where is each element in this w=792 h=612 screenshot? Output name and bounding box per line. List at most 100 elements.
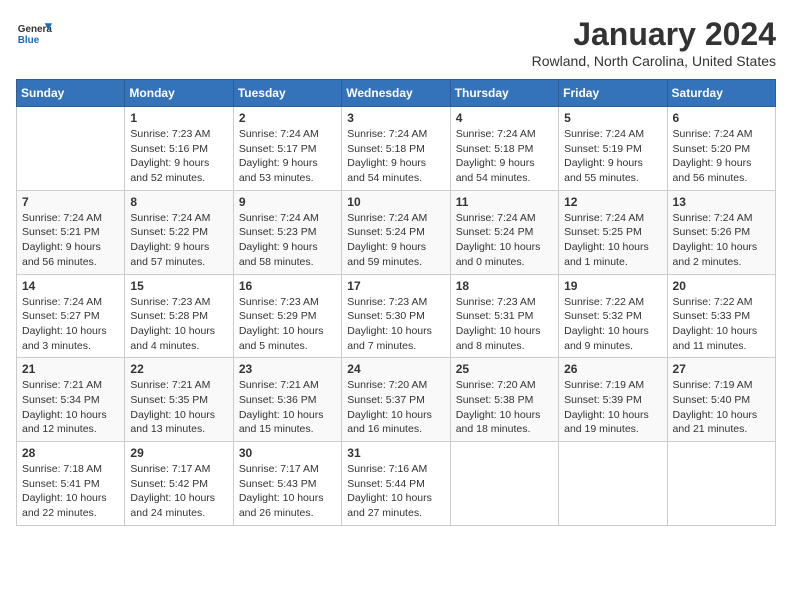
- calendar-cell: 15 Sunrise: 7:23 AM Sunset: 5:28 PM Dayli…: [125, 274, 233, 358]
- calendar-cell: 11Sunrise: 7:24 AM Sunset: 5:24 PM Dayli…: [450, 190, 558, 274]
- day-number: 28: [22, 446, 119, 460]
- calendar-cell: 23 Sunrise: 7:21 AM Sunset: 5:36 PM Dayli…: [233, 358, 341, 442]
- page-subtitle: Rowland, North Carolina, United States: [532, 53, 776, 69]
- calendar-week-1: 1Sunrise: 7:23 AM Sunset: 5:16 PM Daylig…: [17, 107, 776, 191]
- calendar-cell: 30Sunrise: 7:17 AM Sunset: 5:43 PM Dayli…: [233, 442, 341, 526]
- day-info: Sunrise: 7:20 AM Sunset: 5:38 PM Dayligh…: [456, 378, 553, 437]
- day-info: Sunrise: 7:22 AM Sunset: 5:32 PM Dayligh…: [564, 295, 661, 354]
- col-thursday: Thursday: [450, 80, 558, 107]
- calendar-cell: [450, 442, 558, 526]
- day-number: 27: [673, 362, 770, 376]
- day-info: Sunrise: 7:20 AM Sunset: 5:37 PM Dayligh…: [347, 378, 444, 437]
- day-number: 8: [130, 195, 227, 209]
- day-number: 21: [22, 362, 119, 376]
- col-monday: Monday: [125, 80, 233, 107]
- calendar-cell: 21Sunrise: 7:21 AM Sunset: 5:34 PM Dayli…: [17, 358, 125, 442]
- day-number: 9: [239, 195, 336, 209]
- day-info: Sunrise: 7:21 AM Sunset: 5:36 PM Dayligh…: [239, 378, 336, 437]
- calendar-cell: 6 Sunrise: 7:24 AM Sunset: 5:20 PM Daylig…: [667, 107, 775, 191]
- calendar-cell: 7 Sunrise: 7:24 AM Sunset: 5:21 PM Daylig…: [17, 190, 125, 274]
- day-number: 23: [239, 362, 336, 376]
- calendar-cell: 1Sunrise: 7:23 AM Sunset: 5:16 PM Daylig…: [125, 107, 233, 191]
- col-saturday: Saturday: [667, 80, 775, 107]
- day-info: Sunrise: 7:24 AM Sunset: 5:17 PM Dayligh…: [239, 127, 336, 186]
- calendar-cell: 17 Sunrise: 7:23 AM Sunset: 5:30 PM Dayli…: [342, 274, 450, 358]
- calendar-cell: 2 Sunrise: 7:24 AM Sunset: 5:17 PM Daylig…: [233, 107, 341, 191]
- calendar-cell: 13Sunrise: 7:24 AM Sunset: 5:26 PM Dayli…: [667, 190, 775, 274]
- day-info: Sunrise: 7:24 AM Sunset: 5:18 PM Dayligh…: [456, 127, 553, 186]
- day-number: 4: [456, 111, 553, 125]
- page-header: General Blue January 2024 Rowland, North…: [16, 16, 776, 69]
- day-info: Sunrise: 7:17 AM Sunset: 5:43 PM Dayligh…: [239, 462, 336, 521]
- day-info: Sunrise: 7:16 AM Sunset: 5:44 PM Dayligh…: [347, 462, 444, 521]
- calendar-cell: 24 Sunrise: 7:20 AM Sunset: 5:37 PM Dayli…: [342, 358, 450, 442]
- day-info: Sunrise: 7:24 AM Sunset: 5:20 PM Dayligh…: [673, 127, 770, 186]
- day-number: 29: [130, 446, 227, 460]
- calendar-cell: 10Sunrise: 7:24 AM Sunset: 5:24 PM Dayli…: [342, 190, 450, 274]
- calendar-cell: 27 Sunrise: 7:19 AM Sunset: 5:40 PM Dayli…: [667, 358, 775, 442]
- day-number: 26: [564, 362, 661, 376]
- calendar-cell: 8Sunrise: 7:24 AM Sunset: 5:22 PM Daylig…: [125, 190, 233, 274]
- calendar-cell: 14 Sunrise: 7:24 AM Sunset: 5:27 PM Dayli…: [17, 274, 125, 358]
- day-info: Sunrise: 7:21 AM Sunset: 5:35 PM Dayligh…: [130, 378, 227, 437]
- day-info: Sunrise: 7:17 AM Sunset: 5:42 PM Dayligh…: [130, 462, 227, 521]
- calendar-cell: 31 Sunrise: 7:16 AM Sunset: 5:44 PM Dayli…: [342, 442, 450, 526]
- day-number: 12: [564, 195, 661, 209]
- day-number: 5: [564, 111, 661, 125]
- page-title: January 2024: [532, 16, 776, 53]
- calendar-week-2: 7 Sunrise: 7:24 AM Sunset: 5:21 PM Daylig…: [17, 190, 776, 274]
- calendar-cell: 25Sunrise: 7:20 AM Sunset: 5:38 PM Dayli…: [450, 358, 558, 442]
- day-number: 16: [239, 279, 336, 293]
- day-info: Sunrise: 7:19 AM Sunset: 5:39 PM Dayligh…: [564, 378, 661, 437]
- day-info: Sunrise: 7:23 AM Sunset: 5:31 PM Dayligh…: [456, 295, 553, 354]
- calendar-table: Sunday Monday Tuesday Wednesday Thursday…: [16, 79, 776, 526]
- day-info: Sunrise: 7:24 AM Sunset: 5:23 PM Dayligh…: [239, 211, 336, 270]
- day-info: Sunrise: 7:24 AM Sunset: 5:26 PM Dayligh…: [673, 211, 770, 270]
- day-info: Sunrise: 7:23 AM Sunset: 5:28 PM Dayligh…: [130, 295, 227, 354]
- day-info: Sunrise: 7:23 AM Sunset: 5:29 PM Dayligh…: [239, 295, 336, 354]
- day-number: 15: [130, 279, 227, 293]
- day-info: Sunrise: 7:18 AM Sunset: 5:41 PM Dayligh…: [22, 462, 119, 521]
- day-number: 24: [347, 362, 444, 376]
- col-friday: Friday: [559, 80, 667, 107]
- calendar-cell: 22Sunrise: 7:21 AM Sunset: 5:35 PM Dayli…: [125, 358, 233, 442]
- calendar-cell: 19Sunrise: 7:22 AM Sunset: 5:32 PM Dayli…: [559, 274, 667, 358]
- day-info: Sunrise: 7:24 AM Sunset: 5:25 PM Dayligh…: [564, 211, 661, 270]
- calendar-cell: 18 Sunrise: 7:23 AM Sunset: 5:31 PM Dayli…: [450, 274, 558, 358]
- day-number: 14: [22, 279, 119, 293]
- calendar-header-row: Sunday Monday Tuesday Wednesday Thursday…: [17, 80, 776, 107]
- day-info: Sunrise: 7:22 AM Sunset: 5:33 PM Dayligh…: [673, 295, 770, 354]
- day-info: Sunrise: 7:24 AM Sunset: 5:27 PM Dayligh…: [22, 295, 119, 354]
- day-number: 11: [456, 195, 553, 209]
- day-info: Sunrise: 7:23 AM Sunset: 5:16 PM Dayligh…: [130, 127, 227, 186]
- calendar-week-5: 28 Sunrise: 7:18 AM Sunset: 5:41 PM Dayli…: [17, 442, 776, 526]
- col-wednesday: Wednesday: [342, 80, 450, 107]
- col-tuesday: Tuesday: [233, 80, 341, 107]
- calendar-cell: 16 Sunrise: 7:23 AM Sunset: 5:29 PM Dayli…: [233, 274, 341, 358]
- calendar-week-3: 14 Sunrise: 7:24 AM Sunset: 5:27 PM Dayli…: [17, 274, 776, 358]
- calendar-cell: 28 Sunrise: 7:18 AM Sunset: 5:41 PM Dayli…: [17, 442, 125, 526]
- day-number: 6: [673, 111, 770, 125]
- day-info: Sunrise: 7:23 AM Sunset: 5:30 PM Dayligh…: [347, 295, 444, 354]
- day-number: 2: [239, 111, 336, 125]
- day-number: 10: [347, 195, 444, 209]
- calendar-cell: 5Sunrise: 7:24 AM Sunset: 5:19 PM Daylig…: [559, 107, 667, 191]
- calendar-cell: [17, 107, 125, 191]
- calendar-cell: 12 Sunrise: 7:24 AM Sunset: 5:25 PM Dayli…: [559, 190, 667, 274]
- logo: General Blue: [16, 16, 52, 52]
- day-number: 20: [673, 279, 770, 293]
- day-number: 18: [456, 279, 553, 293]
- logo-icon: General Blue: [16, 16, 52, 52]
- calendar-cell: 3 Sunrise: 7:24 AM Sunset: 5:18 PM Daylig…: [342, 107, 450, 191]
- day-info: Sunrise: 7:24 AM Sunset: 5:21 PM Dayligh…: [22, 211, 119, 270]
- day-number: 17: [347, 279, 444, 293]
- day-info: Sunrise: 7:19 AM Sunset: 5:40 PM Dayligh…: [673, 378, 770, 437]
- day-info: Sunrise: 7:24 AM Sunset: 5:18 PM Dayligh…: [347, 127, 444, 186]
- day-number: 7: [22, 195, 119, 209]
- calendar-cell: 4 Sunrise: 7:24 AM Sunset: 5:18 PM Daylig…: [450, 107, 558, 191]
- day-number: 3: [347, 111, 444, 125]
- day-number: 31: [347, 446, 444, 460]
- calendar-cell: 9 Sunrise: 7:24 AM Sunset: 5:23 PM Daylig…: [233, 190, 341, 274]
- calendar-cell: [667, 442, 775, 526]
- calendar-week-4: 21Sunrise: 7:21 AM Sunset: 5:34 PM Dayli…: [17, 358, 776, 442]
